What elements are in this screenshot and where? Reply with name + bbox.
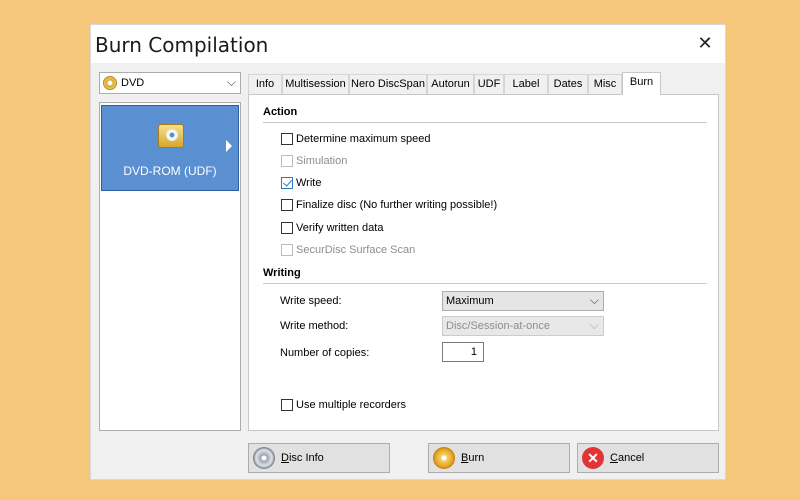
option-label: Verify written data [296,222,384,234]
copies-input[interactable]: 1 [442,342,484,362]
compilation-type-label: DVD-ROM (UDF) [123,164,217,178]
tab-multisession[interactable]: Multisession [282,74,349,94]
write-method-label: Write method: [280,320,349,332]
checkbox[interactable] [281,199,293,211]
compilation-type-dvd-rom-udf[interactable]: DVD-ROM (UDF) [101,105,239,191]
option-label: Use multiple recorders [296,399,407,411]
option-label: Simulation [296,155,348,167]
write-method-value: Disc/Session-at-once [446,320,550,332]
write-method-select: Disc/Session-at-once ⌵ [442,316,604,336]
tab-label[interactable]: Label [504,74,548,94]
cancel-icon: ✕ [582,447,604,469]
close-icon[interactable]: ✕ [695,33,715,53]
cancel-label: Cancel [610,452,645,464]
checkbox[interactable] [281,222,293,234]
chevron-down-icon: ⌵ [589,318,599,332]
burn-button[interactable]: Burn [428,443,570,473]
writing-section-title: Writing [263,267,301,279]
tab-dates[interactable]: Dates [548,74,588,94]
option-label: Determine maximum speed [296,133,431,145]
disc-type-select[interactable]: DVD ⌵ [99,72,241,94]
burn-label: Burn [461,452,485,464]
option-label: Write [296,177,322,189]
chevron-down-icon: ⌵ [226,75,236,89]
option-label: Finalize disc (No further writing possib… [296,199,498,211]
action-section-title: Action [263,106,298,118]
checkbox [281,244,293,256]
option-label: SecurDisc Surface Scan [296,244,416,256]
chevron-down-icon: ⌵ [589,293,599,307]
compilation-type-list: DVD-ROM (UDF) [99,102,241,431]
tab-burn[interactable]: Burn [622,72,661,95]
tab-udf[interactable]: UDF [474,74,504,94]
dvd-compilation-icon [158,124,184,148]
copies-label: Number of copies: [280,347,370,359]
cancel-button[interactable]: ✕ Cancel [577,443,719,473]
checkbox [281,155,293,167]
disc-info-button[interactable]: Disc Info [248,443,390,473]
tab-autorun[interactable]: Autorun [427,74,474,94]
burn-compilation-dialog: Burn Compilation ✕ DVD ⌵ DVD-ROM (UDF) I… [90,24,726,480]
checkbox-checked[interactable] [281,177,293,189]
writing-divider [263,283,707,284]
tab-info[interactable]: Info [248,74,282,94]
dvd-disc-icon [103,76,117,90]
checkbox[interactable] [281,133,293,145]
disc-type-value: DVD [121,77,145,89]
tab-nero-discspan[interactable]: Nero DiscSpan [349,74,427,94]
write-speed-value: Maximum [446,295,494,307]
checkbox[interactable] [281,399,293,411]
disc-info-label: Disc Info [281,452,324,464]
burn-icon [433,447,455,469]
dialog-title: Burn Compilation [95,33,269,57]
action-divider [263,122,707,123]
title-bar: Burn Compilation ✕ [91,25,725,63]
disc-info-icon [253,447,275,469]
chevron-right-icon [226,140,232,152]
write-speed-label: Write speed: [280,295,342,307]
burn-tab-panel: Action Determine maximum speed Simulatio… [248,94,719,431]
write-speed-select[interactable]: Maximum ⌵ [442,291,604,311]
tab-misc[interactable]: Misc [588,74,622,94]
